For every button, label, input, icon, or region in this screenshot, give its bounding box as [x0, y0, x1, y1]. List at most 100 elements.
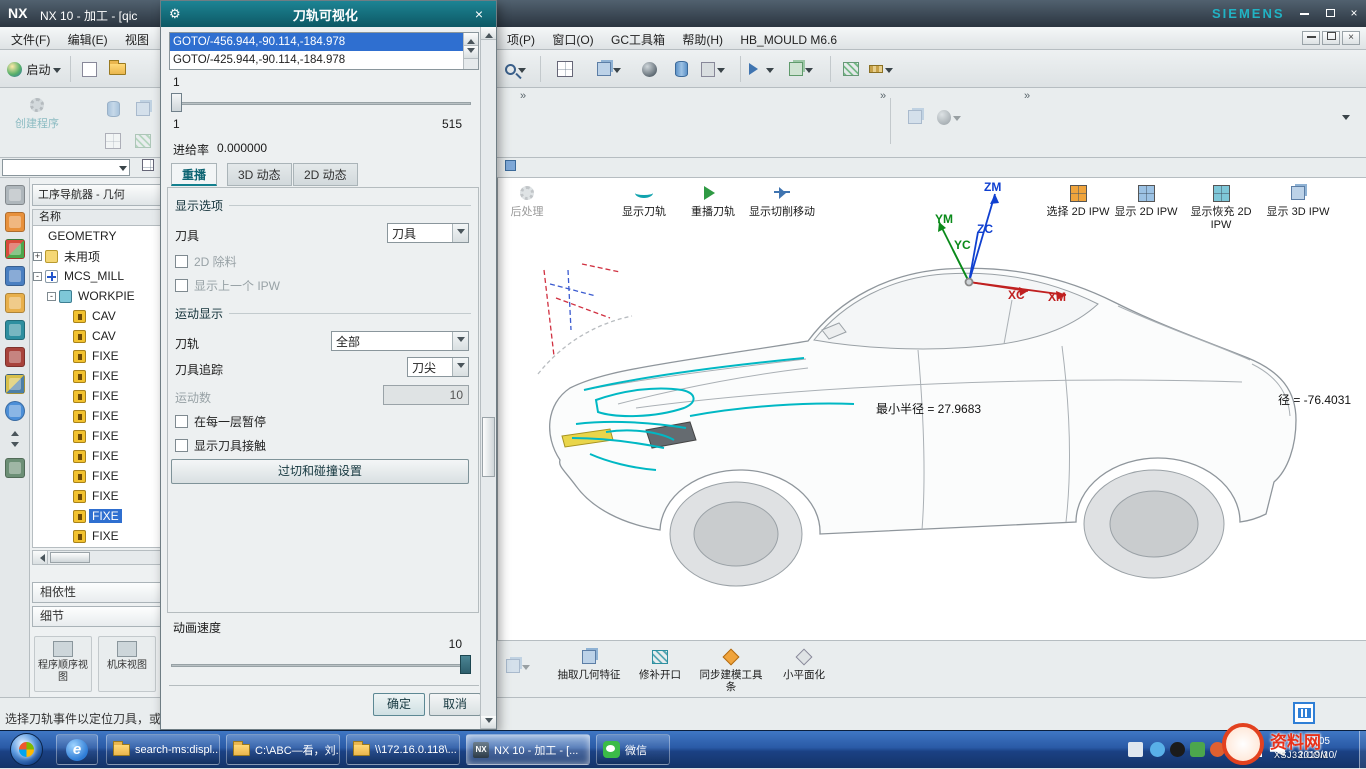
combo-dropdown-button[interactable]: [452, 332, 468, 350]
scroll-down-button[interactable]: [464, 46, 478, 59]
tree-row[interactable]: FIXE: [33, 446, 160, 466]
taskbar-item-abc[interactable]: C:\ABC—看，刘...: [226, 734, 340, 765]
tree-row[interactable]: FIXE: [33, 466, 160, 486]
tree-row[interactable]: FIXE: [33, 386, 160, 406]
program-order-view-button[interactable]: 程序顺序视图: [34, 636, 92, 692]
child-close-button[interactable]: ×: [1342, 31, 1360, 45]
simulate-machine-button[interactable]: [902, 104, 928, 130]
goto-list-scrollbar[interactable]: [463, 33, 478, 69]
goto-event-list[interactable]: GOTO/-456.944,-90.114,-184.978 GOTO/-425…: [169, 32, 479, 70]
select-2d-ipw-button[interactable]: 选择 2D IPW: [1046, 180, 1110, 242]
menu-preferences[interactable]: 项(P): [500, 27, 542, 52]
dialog-close-button[interactable]: ×: [470, 6, 488, 22]
tree-row[interactable]: -MCS_MILL: [33, 266, 160, 286]
tab-replay[interactable]: 重播: [171, 163, 217, 186]
checkbox-box[interactable]: [175, 279, 188, 292]
slider-track[interactable]: [171, 102, 471, 105]
show-toolpath-button[interactable]: 显示刀轨: [612, 180, 676, 242]
combo-dropdown-button[interactable]: [452, 224, 468, 242]
start-menu-button[interactable]: 启动: [4, 56, 64, 82]
dialog-titlebar[interactable]: ⚙ 刀轨可视化 ×: [161, 1, 496, 27]
checkbox-pause-each-level[interactable]: 在每一层暂停: [175, 413, 266, 430]
taskbar-item-search[interactable]: search-ms:displ...: [106, 734, 220, 765]
menu-file[interactable]: 文件(F): [4, 27, 57, 52]
rail-scroll-up-icon[interactable]: [11, 427, 19, 436]
column-header-name[interactable]: 名称: [32, 209, 161, 226]
checkbox-2d-removal[interactable]: 2D 除料: [175, 253, 237, 270]
tree-row[interactable]: -WORKPIE: [33, 286, 160, 306]
color-swatch-button[interactable]: [700, 56, 726, 82]
taskbar-item-wechat[interactable]: 微信: [596, 734, 670, 765]
open-file-button[interactable]: [104, 56, 130, 82]
dialog-scrollbar[interactable]: [480, 27, 496, 729]
menu-window[interactable]: 窗口(O): [545, 27, 600, 52]
child-restore-button[interactable]: [1322, 31, 1340, 45]
toolpath-visualization-dialog[interactable]: ⚙ 刀轨可视化 × GOTO/-456.944,-90.114,-184.978…: [160, 0, 497, 730]
tree-row[interactable]: GEOMETRY: [33, 226, 160, 246]
tool-display-combo[interactable]: 刀具: [387, 223, 469, 243]
more-tools-button[interactable]: [505, 653, 531, 679]
create-tool-button[interactable]: [100, 96, 126, 122]
checkbox-show-tool-contact[interactable]: 显示刀具接触: [175, 437, 266, 454]
tree-row-selected[interactable]: FIXE: [33, 506, 160, 526]
gouge-collision-settings-button[interactable]: 过切和碰撞设置: [171, 459, 469, 484]
group-overflow-chevron[interactable]: »: [1024, 90, 1030, 102]
rail-scroll-down-icon[interactable]: [11, 442, 19, 451]
scroll-down-button[interactable]: [481, 716, 496, 729]
search-button[interactable]: [502, 56, 528, 82]
tree-expander[interactable]: -: [47, 292, 56, 301]
goto-row[interactable]: GOTO/-425.944,-90.114,-184.978: [170, 51, 478, 69]
dependency-panel-header[interactable]: 相依性: [32, 582, 161, 603]
machine-tool-view-button[interactable]: 机床视图: [98, 636, 156, 692]
animation-speed-slider[interactable]: [171, 655, 471, 675]
checkbox-box[interactable]: [175, 255, 188, 268]
toolpath-position-slider[interactable]: [171, 93, 471, 113]
scroll-thumb[interactable]: [50, 552, 90, 563]
reuse-library-icon[interactable]: [5, 293, 25, 313]
machining-wizard-icon[interactable]: [5, 458, 25, 478]
orient-view-button[interactable]: [748, 56, 774, 82]
snap-point-button[interactable]: [138, 155, 158, 175]
tree-row[interactable]: +未用项: [33, 246, 160, 266]
history-icon[interactable]: [5, 347, 25, 367]
verify-toolpath-button[interactable]: [936, 104, 962, 130]
tree-row[interactable]: FIXE: [33, 406, 160, 426]
process-studio-icon[interactable]: [5, 374, 25, 394]
checkbox-show-last-ipw[interactable]: 显示上一个 IPW: [175, 277, 280, 294]
taskbar-item-network-share[interactable]: \\172.16.0.118\...: [346, 734, 460, 765]
tree-expander[interactable]: +: [33, 252, 42, 261]
window-layout-button[interactable]: [552, 56, 578, 82]
group-overflow-chevron[interactable]: »: [880, 90, 886, 102]
create-operation-button[interactable]: [130, 128, 156, 154]
display-mode-button[interactable]: [596, 56, 622, 82]
roles-icon[interactable]: [5, 185, 25, 205]
show-filled-2d-ipw-button[interactable]: 显示恢充 2D IPW: [1182, 180, 1260, 242]
tray-icon-qq[interactable]: [1170, 742, 1185, 757]
cue-icon-button[interactable]: [500, 155, 520, 175]
patch-opening-button[interactable]: 修补开口: [631, 645, 689, 695]
goto-row-selected[interactable]: GOTO/-456.944,-90.114,-184.978: [170, 33, 478, 51]
create-program-button[interactable]: 创建程序: [6, 92, 68, 154]
tab-2d-dynamic[interactable]: 2D 动态: [293, 163, 358, 186]
slider-track[interactable]: [171, 664, 471, 667]
ie-taskbar-button[interactable]: e: [56, 734, 98, 765]
ok-button[interactable]: 确定: [373, 693, 425, 716]
menu-hb-mould[interactable]: HB_MOULD M6.6: [733, 29, 844, 51]
facet-body-button[interactable]: 小平面化: [775, 645, 833, 695]
menu-gc-toolbox[interactable]: GC工具箱: [604, 27, 672, 52]
restore-button[interactable]: [1318, 6, 1342, 22]
assembly-navigator-icon[interactable]: [5, 212, 25, 232]
tray-icon-messenger[interactable]: [1150, 742, 1165, 757]
graphics-area[interactable]: ZM YM YC ZC XC XM 最小半径 = 27.9683 径 = -76…: [497, 178, 1366, 640]
input-method-widget[interactable]: [1293, 702, 1315, 724]
internet-browser-icon[interactable]: [5, 401, 25, 421]
combo-dropdown-button[interactable]: [452, 358, 468, 376]
start-button[interactable]: [10, 733, 43, 766]
tab-3d-dynamic[interactable]: 3D 动态: [227, 163, 292, 186]
show-3d-ipw-button[interactable]: 显示 3D IPW: [1264, 180, 1332, 242]
close-button[interactable]: ×: [1342, 6, 1366, 22]
measure-button[interactable]: [868, 56, 894, 82]
scroll-thumb[interactable]: [482, 417, 495, 477]
sphere-tool-button[interactable]: [636, 56, 662, 82]
motion-count-field[interactable]: 10: [383, 385, 469, 405]
